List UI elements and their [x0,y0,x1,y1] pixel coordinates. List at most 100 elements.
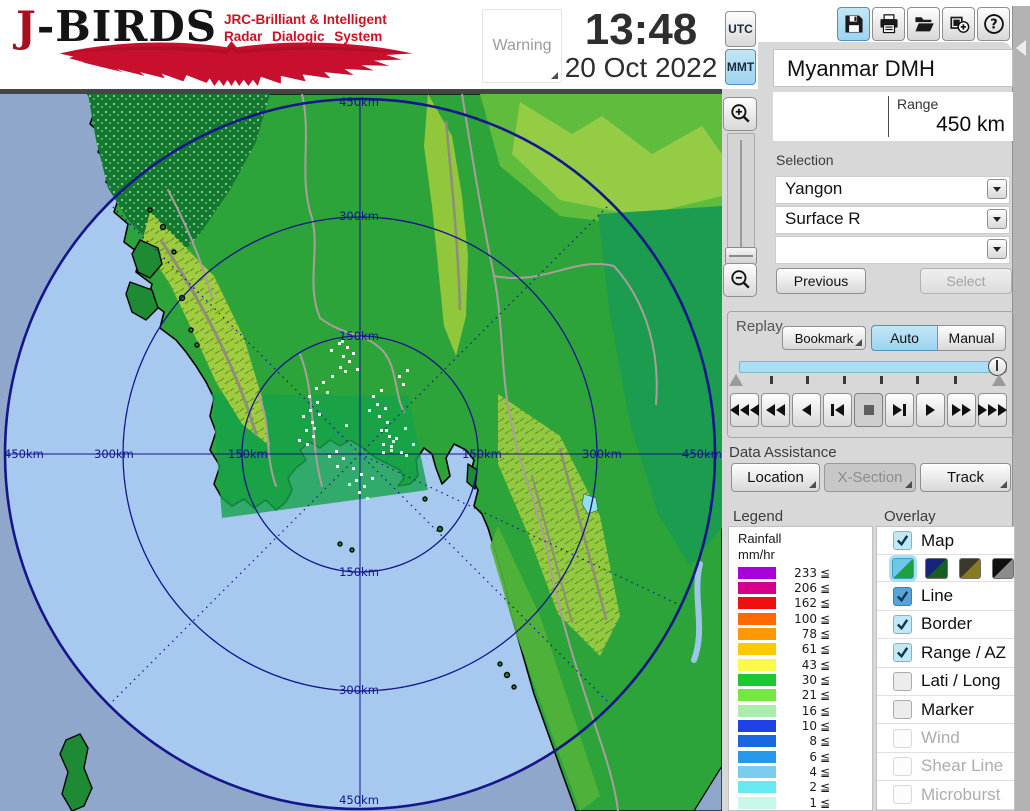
replay-slider-track[interactable] [739,361,1007,373]
forward-3-button[interactable] [978,393,1007,427]
dropdown-arrow-button[interactable] [987,239,1007,259]
legend-color-swatch [738,628,776,640]
slider-tick [916,376,919,384]
rewind-3-icon [740,404,749,416]
track-button[interactable]: Track [920,463,1011,492]
radar-map-viewport[interactable]: 450km300km150km150km300km450km450km300km… [0,94,722,811]
dropdown-arrow-button[interactable] [987,179,1007,199]
overlay-item-marker[interactable]: Marker [877,696,1014,724]
step-forward-icon [893,404,902,416]
map-style-4[interactable] [992,558,1014,579]
rewind-2-button[interactable] [761,393,790,427]
range-az-checkbox[interactable] [893,643,912,662]
legend-row: 21≦ [729,688,872,703]
svg-text:450km: 450km [339,95,379,109]
shear-line-checkbox[interactable] [893,757,912,776]
microburst-checkbox[interactable] [893,785,912,804]
manual-button[interactable]: Manual [937,325,1006,351]
location-button[interactable]: Location [731,463,820,492]
reverse-button[interactable] [792,393,821,427]
map-zoom-control [722,97,758,297]
legend-row: 100≦ [729,611,872,626]
wind-checkbox[interactable] [893,729,912,748]
chevron-down-icon [993,217,1001,222]
map-style-1[interactable] [892,558,914,579]
previous-button[interactable]: Previous [776,268,866,294]
zoom-slider-track[interactable] [727,133,755,263]
replay-range-end-marker[interactable] [992,374,1006,386]
help-button[interactable]: ? [977,7,1010,41]
auto-button[interactable]: Auto [871,325,938,351]
overlay-box: Map LineBorderRange / AZLati / LongMarker… [876,526,1015,811]
legend-label: Legend [733,508,783,525]
chevron-down-icon [993,247,1001,252]
zoom-in-button[interactable] [723,97,757,131]
slider-tick [770,376,773,384]
forward-3-icon [998,404,1007,416]
overlay-item-microburst[interactable]: Microburst [877,781,1014,809]
overlay-item-shear-line[interactable]: Shear Line [877,753,1014,781]
rewind-3-button[interactable] [730,393,759,427]
legend-value: 6 [776,750,817,764]
line-checkbox[interactable] [893,587,912,606]
logo-slogan-line1: JRC-Brilliant & Intelligent [224,12,387,29]
map-style-3[interactable] [959,558,981,579]
x-section-button[interactable]: X-Section [824,463,916,492]
legend-color-swatch [738,751,776,763]
marker-checkbox[interactable] [893,700,912,719]
overlay-item-label: Microburst [921,785,1000,805]
selection-dropdown-3[interactable] [775,236,1010,264]
map-checkbox[interactable] [893,531,912,550]
add-image-button[interactable] [942,7,975,41]
add-image-icon [948,13,970,35]
svg-text:150km: 150km [462,447,502,461]
replay-range-start-marker[interactable] [729,374,743,386]
legend-value: 206 [776,581,817,595]
svg-text:450km: 450km [4,447,44,461]
legend-color-swatch [738,705,776,717]
select-button[interactable]: Select [920,268,1012,294]
open-button[interactable] [907,7,940,41]
play-button[interactable] [916,393,945,427]
chevron-down-icon [993,187,1001,192]
forward-2-button[interactable] [947,393,976,427]
legend-value: 61 [776,642,817,656]
warning-button[interactable]: Warning [482,9,562,83]
timezone-utc-button[interactable]: UTC [725,11,756,47]
svg-text:150km: 150km [339,329,379,343]
dropdown-arrow-button[interactable] [987,209,1007,229]
lati-long-checkbox[interactable] [893,672,912,691]
step-back-button[interactable] [823,393,852,427]
bookmark-button[interactable]: Bookmark [782,326,866,350]
range-box: Range 450 km [773,92,1013,141]
print-button[interactable] [872,7,905,41]
legend-row: 8≦ [729,734,872,749]
zoom-out-button[interactable] [723,263,757,297]
overlay-item-lati-long[interactable]: Lati / Long [877,668,1014,696]
forward-3-icon [978,404,987,416]
legend-row: 78≦ [729,626,872,641]
overlay-item-border[interactable]: Border [877,611,1014,639]
legend-leq-symbol: ≦ [820,612,830,626]
legend-leq-symbol: ≦ [820,765,830,779]
legend-value: 1 [776,796,817,810]
save-button[interactable] [837,7,870,41]
selection-dropdown-2[interactable]: Surface R [775,206,1010,234]
overlay-item-wind[interactable]: Wind [877,724,1014,752]
legend-value: 4 [776,765,817,779]
timezone-mmt-button[interactable]: MMT [725,49,756,85]
overlay-item-line[interactable]: Line [877,582,1014,610]
step-forward-button[interactable] [885,393,914,427]
legend-color-swatch [738,781,776,793]
stop-button[interactable] [854,393,883,427]
border-checkbox[interactable] [893,615,912,634]
legend-row: 2≦ [729,780,872,795]
map-style-2[interactable] [925,558,947,579]
panel-collapse-arrow-icon[interactable] [1016,40,1026,56]
svg-text:150km: 150km [228,447,268,461]
open-icon [913,13,935,35]
selection-dropdown-1[interactable]: Yangon [775,176,1010,204]
legend-color-swatch [738,582,776,594]
overlay-item-map[interactable]: Map [877,527,1014,555]
overlay-item-range-az[interactable]: Range / AZ [877,639,1014,667]
